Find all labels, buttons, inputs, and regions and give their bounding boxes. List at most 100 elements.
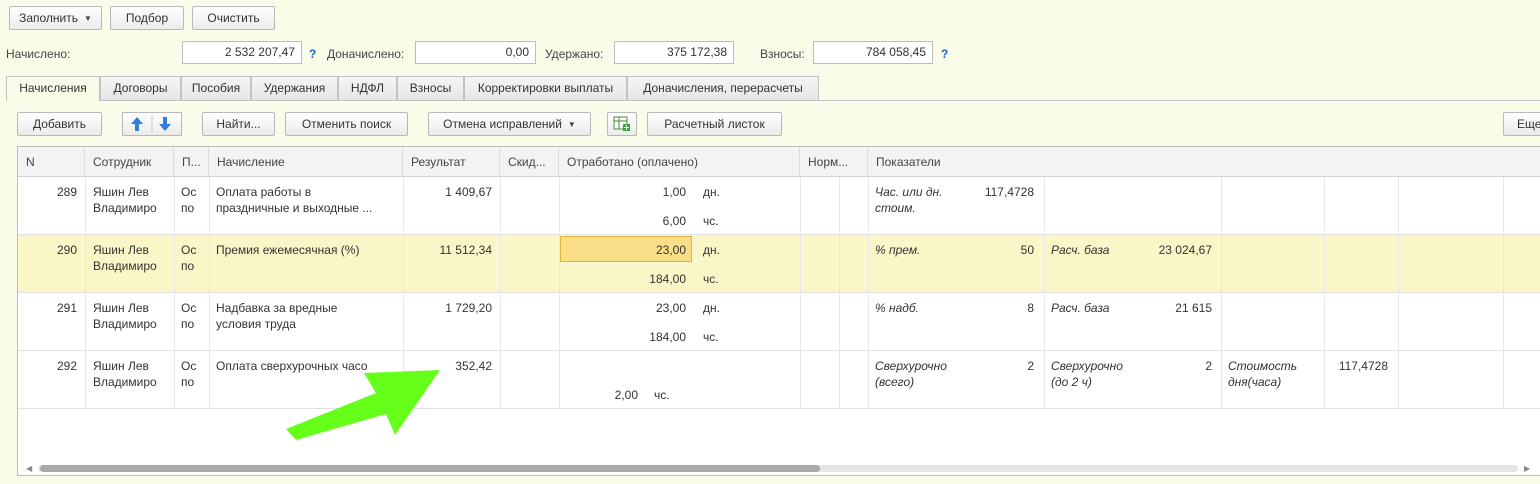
indicator-value-2: 23 024,67 (1158, 243, 1212, 257)
worked-hours: 2,00 (614, 388, 638, 402)
accrual-name: Надбавка за вредные (216, 301, 338, 315)
tab-contracts[interactable]: Договоры (100, 76, 181, 100)
column-header-discount[interactable]: Скид... (500, 147, 559, 177)
add-button[interactable]: Добавить (17, 112, 102, 136)
period: Ос (181, 359, 197, 373)
period: Ос (181, 185, 197, 199)
indicator-name: Сверхурочно (всего) (875, 359, 947, 389)
result-value: 1 409,67 (445, 185, 492, 199)
indicator-name-2: Расч. база (1051, 243, 1110, 257)
table-row[interactable]: 291 Яшин Лев Владимиро Ос по Надбавка за… (18, 293, 1540, 351)
employee-name: Яшин Лев (93, 301, 149, 315)
clear-button[interactable]: Очистить (192, 6, 275, 30)
result-value: 11 512,34 (439, 243, 493, 257)
table-row-selected[interactable]: 290 Яшин Лев Владимиро Ос по Премия ежем… (18, 235, 1540, 293)
corrections-button-label: Отмена исправлений (443, 117, 562, 131)
indicator-value-3: 117,4728 (1338, 359, 1388, 373)
indicator-value: 50 (1020, 243, 1034, 257)
tab-recalculations[interactable]: Доначисления, перерасчеты (627, 76, 819, 100)
table-settings-button[interactable] (607, 112, 637, 136)
horizontal-scrollbar-thumb[interactable] (40, 465, 820, 472)
column-header-worked[interactable]: Отработано (оплачено) (559, 147, 800, 177)
select-button[interactable]: Подбор (110, 6, 184, 30)
worked-days: 23,00 (655, 243, 686, 257)
worked-days: 23,00 (655, 301, 686, 315)
scroll-right-icon[interactable]: ▶ (1524, 461, 1530, 475)
indicator-value-2: 2 (1205, 359, 1212, 373)
accrual-name-cont: условия труда (216, 317, 296, 331)
accruals-table: N Сотрудник П... Начисление Результат Ск… (17, 146, 1540, 476)
employee-name-cont: Владимиро (93, 259, 157, 273)
withheld-label: Удержано: (545, 47, 604, 61)
column-header-period[interactable]: П... (174, 147, 209, 177)
employee-name: Яшин Лев (93, 243, 149, 257)
worked-hours: 184,00 (649, 330, 686, 344)
find-button[interactable]: Найти... (202, 112, 275, 136)
column-header-n[interactable]: N (18, 147, 85, 177)
indicator-value: 8 (1027, 301, 1034, 315)
indicator-name: Час. или дн. стоим. (875, 185, 943, 215)
period-cont: по (181, 317, 195, 331)
table-row[interactable]: 289 Яшин Лев Владимиро Ос по Оплата рабо… (18, 177, 1540, 235)
scroll-left-icon[interactable]: ◀ (26, 461, 32, 475)
move-buttons (122, 112, 182, 136)
table-row[interactable]: 292 Яшин Лев Владимиро Ос по Оплата свер… (18, 351, 1540, 409)
additional-label: Доначислено: (327, 47, 405, 61)
additional-field[interactable]: 0,00 (415, 41, 536, 64)
contrib-field[interactable]: 784 058,45 (813, 41, 933, 64)
move-arrows (131, 115, 171, 133)
indicator-value: 2 (1027, 359, 1034, 373)
corrections-button[interactable]: Отмена исправлений ▼ (428, 112, 591, 136)
result-value: 1 729,20 (445, 301, 492, 315)
accrual-name-cont: праздничные и выходные ... (216, 201, 373, 215)
row-number: 292 (56, 359, 77, 373)
column-header-employee[interactable]: Сотрудник (85, 147, 174, 177)
unit-hours: чс. (703, 214, 719, 228)
employee-name-cont: Владимиро (93, 317, 157, 331)
worked-hours: 184,00 (649, 272, 686, 286)
more-button[interactable]: Еще (1503, 112, 1540, 136)
tab-divider (6, 100, 1540, 101)
accrual-name: Премия ежемесячная (%) (216, 243, 360, 257)
period-cont: по (181, 375, 195, 389)
indicator-name-2: Расч. база (1051, 301, 1110, 315)
indicator-name: % надб. (875, 301, 919, 315)
employee-name: Яшин Лев (93, 185, 149, 199)
fill-button[interactable]: Заполнить ▼ (9, 6, 102, 30)
worked-hours: 6,00 (662, 214, 686, 228)
chevron-down-icon: ▼ (567, 119, 576, 129)
table-add-icon (613, 116, 630, 131)
annotation-arrow-icon (286, 370, 440, 440)
period: Ос (181, 243, 197, 257)
tab-contributions[interactable]: Взносы (397, 76, 464, 100)
unit-hours: чс. (703, 272, 719, 286)
contrib-help-icon[interactable]: ? (941, 46, 948, 62)
arrow-up-icon[interactable] (131, 117, 143, 131)
accrued-label: Начислено: (6, 47, 71, 61)
payslip-button[interactable]: Расчетный листок (647, 112, 782, 136)
withheld-field[interactable]: 375 172,38 (614, 41, 734, 64)
tab-deductions[interactable]: Удержания (251, 76, 338, 100)
tab-payment-corrections[interactable]: Корректировки выплаты (464, 76, 627, 100)
tab-accruals[interactable]: Начисления (6, 76, 100, 101)
column-header-accrual[interactable]: Начисление (209, 147, 403, 177)
worked-days: 1,00 (662, 185, 686, 199)
tab-ndfl[interactable]: НДФЛ (338, 76, 397, 100)
indicator-name-3: Стоимость дня(часа) (1228, 359, 1298, 389)
column-header-indicators[interactable]: Показатели (868, 147, 1540, 177)
unit-hours: чс. (703, 330, 719, 344)
cancel-search-button[interactable]: Отменить поиск (285, 112, 408, 136)
tab-benefits[interactable]: Пособия (181, 76, 251, 100)
unit-hours: чс. (654, 388, 670, 402)
accrual-name: Оплата работы в (216, 185, 312, 199)
column-header-norm[interactable]: Норм... (800, 147, 868, 177)
row-number: 290 (56, 243, 77, 257)
accrued-help-icon[interactable]: ? (309, 46, 316, 62)
employee-name-cont: Владимиро (93, 201, 157, 215)
column-header-result[interactable]: Результат (403, 147, 500, 177)
arrow-down-icon[interactable] (159, 117, 171, 131)
accrued-field[interactable]: 2 532 207,47 (182, 41, 302, 64)
period: Ос (181, 301, 197, 315)
row-number: 291 (56, 301, 77, 315)
period-cont: по (181, 259, 195, 273)
